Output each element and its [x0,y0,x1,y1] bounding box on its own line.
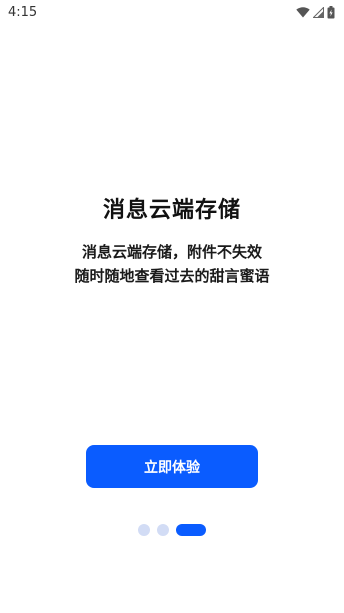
status-time: 4:15 [8,4,38,20]
description-line: 随时随地查看过去的甜言蜜语 [74,267,270,285]
description-line: 消息云端存储，附件不失效 [81,243,262,261]
page-dot-3-active[interactable] [176,524,206,536]
onboarding-screen: 4:15 消息云端存储 消息云端存储，附件不失效 随时随地查看过去的甜言蜜语 立… [0,0,344,613]
onboarding-title: 消息云端存储 [102,198,241,223]
battery-charging-icon [327,5,335,19]
page-indicator [0,524,344,536]
onboarding-description: 消息云端存储，附件不失效 随时随地查看过去的甜言蜜语 [0,240,344,288]
status-bar: 4:15 [0,0,344,24]
status-icons [296,5,335,19]
wifi-icon [296,6,310,18]
page-dot-2[interactable] [157,524,169,536]
page-dot-1[interactable] [138,524,150,536]
signal-icon [313,6,324,18]
try-now-button[interactable]: 立即体验 [86,445,258,488]
